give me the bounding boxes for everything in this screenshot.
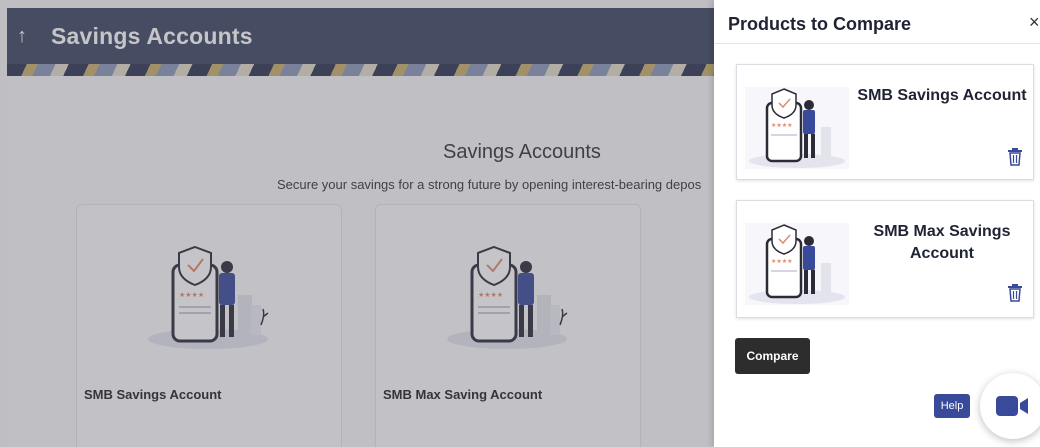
modal-overlay[interactable]: [0, 0, 714, 447]
close-icon[interactable]: ×: [1029, 12, 1040, 33]
video-call-button[interactable]: [980, 373, 1040, 439]
savings-illustration-icon: ★★★★: [745, 87, 849, 169]
compare-product-card: ★★★★ SMB Max Savings Account: [736, 200, 1034, 318]
help-button[interactable]: Help: [934, 394, 970, 418]
video-camera-icon: [996, 396, 1028, 416]
compare-button[interactable]: Compare: [735, 338, 810, 374]
compare-product-name: SMB Savings Account: [857, 87, 1027, 104]
trash-icon[interactable]: [1007, 148, 1023, 166]
compare-product-card: ★★★★ SMB Savings Account: [736, 64, 1034, 180]
divider: [714, 43, 1040, 44]
svg-text:★★★★: ★★★★: [771, 122, 793, 129]
trash-icon[interactable]: [1007, 284, 1023, 302]
savings-illustration-icon: ★★★★: [745, 223, 849, 305]
compare-product-name: SMB Max Savings Account: [873, 223, 1011, 262]
compare-panel-title: Products to Compare: [728, 14, 912, 34]
compare-panel: Products to Compare × ★★★★ SMB Savings A…: [714, 0, 1040, 447]
svg-text:★★★★: ★★★★: [771, 258, 793, 265]
